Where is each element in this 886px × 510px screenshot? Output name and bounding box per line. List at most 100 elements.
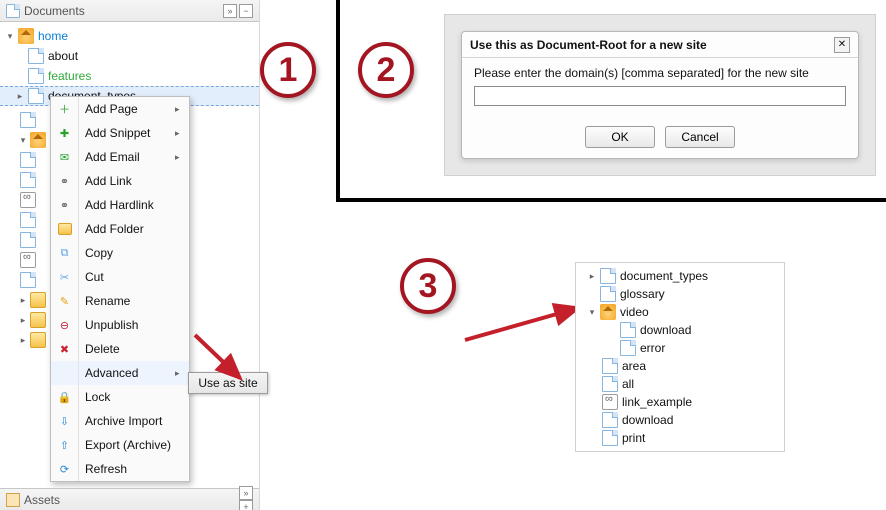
annotation-arrow-1: [190, 330, 260, 393]
menu-item-add-page[interactable]: ＋Add Page▸: [51, 97, 189, 121]
menu-item-advanced[interactable]: Advanced▸: [51, 361, 189, 385]
tree-label: glossary: [618, 287, 665, 301]
tree-node-all[interactable]: all: [576, 375, 784, 393]
folder-icon: [30, 332, 46, 348]
context-menu: ＋Add Page▸ ✚Add Snippet▸ ✉Add Email▸ ⚭Ad…: [50, 96, 190, 482]
tree-label: download: [620, 413, 673, 427]
step-badge-1: 1: [260, 42, 316, 98]
folder-icon: [30, 292, 46, 308]
documents-panel: Documents » − ▾ home about features ▸ do…: [0, 0, 260, 510]
dialog-title: Use this as Document-Root for a new site: [470, 38, 834, 52]
menu-item-cut[interactable]: ✂Cut: [51, 265, 189, 289]
page-icon: [602, 358, 618, 374]
section-divider-vertical: [336, 0, 340, 200]
tree-node-print[interactable]: print: [576, 429, 784, 447]
tree-label: document_types: [618, 269, 708, 283]
step-number: 1: [279, 51, 298, 90]
tree-node-glossary[interactable]: glossary: [576, 285, 784, 303]
cancel-button[interactable]: Cancel: [665, 126, 735, 148]
tree-node-document-types[interactable]: ▸document_types: [576, 267, 784, 285]
home-icon: [18, 28, 34, 44]
tree-label: home: [36, 29, 68, 43]
menu-item-add-folder[interactable]: Add Folder: [51, 217, 189, 241]
link-icon: [20, 252, 36, 268]
collapse-right-button[interactable]: »: [223, 4, 237, 18]
tree-label: about: [46, 49, 78, 63]
panel-title: Documents: [24, 4, 223, 18]
menu-label: Archive Import: [79, 414, 189, 428]
tree-label: all: [620, 377, 634, 391]
assets-title: Assets: [24, 493, 239, 507]
tree-node-link-example[interactable]: link_example: [576, 393, 784, 411]
ok-button[interactable]: OK: [585, 126, 655, 148]
page-icon: [600, 268, 616, 284]
menu-label: Refresh: [79, 462, 189, 476]
result-tree: ▸document_types glossary ▾video download…: [575, 262, 785, 452]
page-icon: [28, 48, 44, 64]
section-divider-horizontal: [336, 198, 886, 202]
menu-item-rename[interactable]: ✎Rename: [51, 289, 189, 313]
menu-item-export-archive[interactable]: ⇧Export (Archive): [51, 433, 189, 457]
tree-node-error[interactable]: error: [576, 339, 784, 357]
page-icon: [20, 112, 36, 128]
menu-item-archive-import[interactable]: ⇩Archive Import: [51, 409, 189, 433]
menu-label: Export (Archive): [79, 438, 189, 452]
panel-header: Documents » −: [0, 0, 259, 22]
menu-label: Add Hardlink: [79, 198, 189, 212]
page-icon: [20, 152, 36, 168]
expand-button[interactable]: +: [239, 500, 253, 510]
page-icon: [600, 286, 616, 302]
tree-node-about[interactable]: about: [0, 46, 259, 66]
page-icon: [602, 430, 618, 446]
assets-icon: [6, 493, 20, 507]
tree-label: print: [620, 431, 645, 445]
home-icon: [30, 132, 46, 148]
menu-label: Lock: [79, 390, 189, 404]
step-badge-2: 2: [358, 42, 414, 98]
tree-label: area: [620, 359, 646, 373]
menu-item-unpublish[interactable]: ⊖Unpublish: [51, 313, 189, 337]
menu-item-copy[interactable]: ⧉Copy: [51, 241, 189, 265]
tree-node-download2[interactable]: download: [576, 411, 784, 429]
menu-item-add-email[interactable]: ✉Add Email▸: [51, 145, 189, 169]
tree-node-area[interactable]: area: [576, 357, 784, 375]
dialog-prompt: Please enter the domain(s) [comma separa…: [474, 66, 846, 80]
tree-label: download: [638, 323, 691, 337]
menu-item-refresh[interactable]: ⟳Refresh: [51, 457, 189, 481]
tree-node-home[interactable]: ▾ home: [0, 26, 259, 46]
tree-node-features[interactable]: features: [0, 66, 259, 86]
menu-item-add-link[interactable]: ⚭Add Link: [51, 169, 189, 193]
menu-item-delete[interactable]: ✖Delete: [51, 337, 189, 361]
menu-label: Cut: [79, 270, 189, 284]
page-icon: [28, 68, 44, 84]
tree-label: features: [46, 69, 91, 83]
expand-toggle[interactable]: ▸: [14, 91, 26, 102]
menu-label: Advanced: [79, 366, 175, 380]
link-icon: [602, 394, 618, 410]
domains-input[interactable]: [474, 86, 846, 106]
dialog-close-button[interactable]: ✕: [834, 37, 850, 53]
menu-item-add-snippet[interactable]: ✚Add Snippet▸: [51, 121, 189, 145]
menu-label: Delete: [79, 342, 189, 356]
menu-item-add-hardlink[interactable]: ⚭Add Hardlink: [51, 193, 189, 217]
tree-node-video[interactable]: ▾video: [576, 303, 784, 321]
new-site-dialog: Use this as Document-Root for a new site…: [461, 31, 859, 159]
page-icon: [28, 88, 44, 104]
menu-label: Add Link: [79, 174, 189, 188]
tree-node-download[interactable]: download: [576, 321, 784, 339]
menu-label: Rename: [79, 294, 189, 308]
dialog-titlebar: Use this as Document-Root for a new site…: [462, 32, 858, 58]
page-icon: [20, 172, 36, 188]
link-icon: [20, 192, 36, 208]
collapse-right-button[interactable]: »: [239, 486, 253, 500]
tree-label: error: [638, 341, 665, 355]
minimize-button[interactable]: −: [239, 4, 253, 18]
assets-panel-header[interactable]: Assets » +: [0, 488, 259, 510]
menu-label: Add Page: [79, 102, 175, 116]
dialog-backdrop: Use this as Document-Root for a new site…: [444, 14, 876, 176]
expand-toggle[interactable]: ▾: [4, 31, 16, 42]
step-badge-3: 3: [400, 258, 456, 314]
menu-item-lock[interactable]: 🔒Lock: [51, 385, 189, 409]
menu-label: Add Folder: [79, 222, 189, 236]
page-icon: [602, 376, 618, 392]
